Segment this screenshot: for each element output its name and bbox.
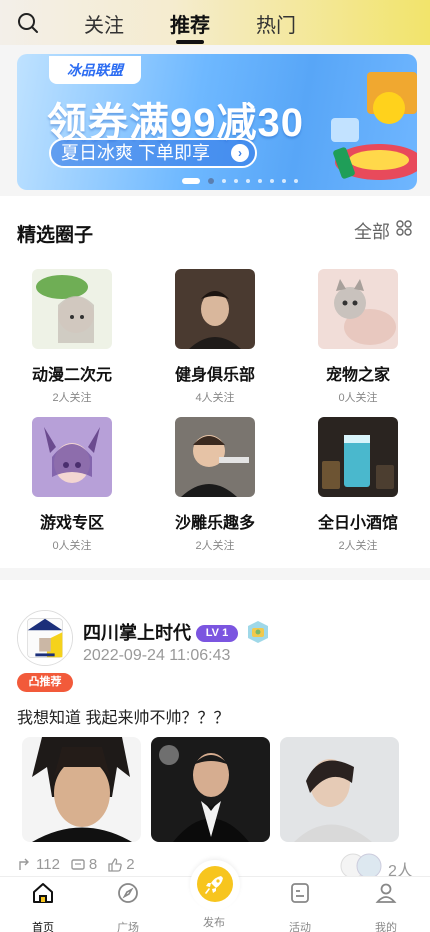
- circle-card[interactable]: 宠物之家 0人关注: [303, 269, 413, 405]
- share-icon: [19, 858, 29, 870]
- pagination-dot: [246, 179, 250, 183]
- post-image[interactable]: [22, 737, 141, 842]
- circle-card[interactable]: 沙雕乐趣多 2人关注: [160, 417, 270, 553]
- thumb-up-icon: 凸: [28, 676, 40, 688]
- tab-follow[interactable]: 关注: [84, 9, 124, 38]
- chevron-right-icon: ›: [231, 144, 249, 162]
- circle-card[interactable]: 健身俱乐部 4人关注: [160, 269, 270, 405]
- pagination-dot: [222, 179, 226, 183]
- circle-card[interactable]: 游戏专区 0人关注: [17, 417, 127, 553]
- search-icon[interactable]: [17, 12, 39, 34]
- nav-square[interactable]: 广场: [98, 881, 158, 932]
- circle-followers: 2人关注: [195, 540, 235, 552]
- pagination-dot: [282, 179, 286, 183]
- circle-followers: 2人关注: [52, 392, 92, 404]
- nav-label: 发布: [203, 917, 225, 929]
- post-author[interactable]: 四川掌上时代: [83, 619, 191, 645]
- tab-recommend[interactable]: 推荐: [170, 9, 210, 38]
- pagination-dot: [182, 178, 200, 184]
- post-image[interactable]: [280, 737, 399, 842]
- level-badge: LV 1: [196, 625, 238, 642]
- banner-brand: 冰品联盟: [49, 56, 141, 84]
- nav-home[interactable]: 首页: [13, 881, 73, 932]
- recommend-badge-label: 推荐: [39, 676, 62, 688]
- nav-label: 首页: [32, 922, 54, 932]
- compass-icon: [118, 883, 138, 903]
- banner-cta[interactable]: 夏日冰爽 下单即享 ›: [49, 138, 257, 168]
- circle-card[interactable]: 动漫二次元 2人关注: [17, 269, 127, 405]
- activity-icon: [291, 883, 309, 903]
- publish-button-bg: [197, 866, 233, 902]
- home-icon: [33, 883, 53, 903]
- circle-followers: 2人关注: [338, 540, 378, 552]
- circle-followers: 0人关注: [338, 392, 378, 404]
- active-tab-indicator: [176, 40, 204, 44]
- post-stats: 112 8 2: [17, 856, 135, 873]
- publish-button[interactable]: [190, 860, 240, 910]
- circle-name: 沙雕乐趣多: [174, 515, 255, 532]
- top-nav: 关注 推荐 热门: [0, 0, 430, 45]
- banner-cta-label: 夏日冰爽 下单即享: [61, 143, 211, 163]
- nav-label: 我的: [375, 922, 397, 932]
- circle-thumbnail: [318, 269, 398, 349]
- comments-stat[interactable]: 8: [70, 856, 97, 873]
- medal-icon: [248, 621, 268, 643]
- section-title: 精选圈子: [17, 225, 94, 246]
- pagination-dot: [270, 179, 274, 183]
- circle-name: 健身俱乐部: [174, 367, 255, 384]
- pagination-dot: [294, 179, 298, 183]
- circle-followers: 4人关注: [195, 392, 235, 404]
- views-count: 112: [36, 856, 60, 873]
- circle-followers: 0人关注: [52, 540, 92, 552]
- nav-label: 活动: [289, 922, 311, 932]
- circle-thumbnail: [318, 417, 398, 497]
- view-all-link[interactable]: 全部: [354, 218, 390, 244]
- circle-thumbnail: [32, 417, 112, 497]
- circle-name: 宠物之家: [325, 367, 390, 384]
- pagination-dot: [208, 178, 214, 184]
- circle-thumbnail: [32, 269, 112, 349]
- grid-icon[interactable]: [396, 220, 412, 236]
- recommend-badge: 凸推荐: [17, 673, 73, 692]
- circle-thumbnail: [175, 417, 255, 497]
- likes-stat[interactable]: 2: [107, 856, 135, 873]
- views-stat: 112: [17, 856, 60, 873]
- circle-card[interactable]: 全日小酒馆 2人关注: [303, 417, 413, 553]
- circle-name: 动漫二次元: [31, 367, 112, 384]
- tab-hot[interactable]: 热门: [256, 9, 296, 38]
- comments-count: 8: [88, 856, 98, 873]
- nav-mine[interactable]: 我的: [356, 881, 416, 932]
- circle-name: 游戏专区: [39, 515, 104, 532]
- thumb-up-icon: [108, 857, 123, 872]
- rocket-icon: [205, 876, 223, 894]
- banner-illustration: [331, 72, 417, 180]
- likes-count: 2: [126, 856, 135, 873]
- post-image[interactable]: [151, 737, 270, 842]
- profile-icon: [375, 883, 397, 903]
- promo-banner[interactable]: 冰品联盟 领券满99减30 夏日冰爽 下单即享 ›: [17, 54, 417, 190]
- comment-icon: [71, 858, 85, 870]
- pagination-dot: [234, 179, 238, 183]
- post-timestamp: 2022-09-24 11:06:43: [83, 647, 231, 664]
- avatar[interactable]: [17, 610, 73, 666]
- banner-pagination: [182, 178, 298, 184]
- pagination-dot: [258, 179, 262, 183]
- post-text: 我想知道 我起来帅不帅？？？: [17, 710, 230, 727]
- circle-name: 全日小酒馆: [317, 515, 398, 532]
- nav-label: 广场: [117, 922, 139, 932]
- nav-activity[interactable]: 活动: [270, 881, 330, 932]
- circle-thumbnail: [175, 269, 255, 349]
